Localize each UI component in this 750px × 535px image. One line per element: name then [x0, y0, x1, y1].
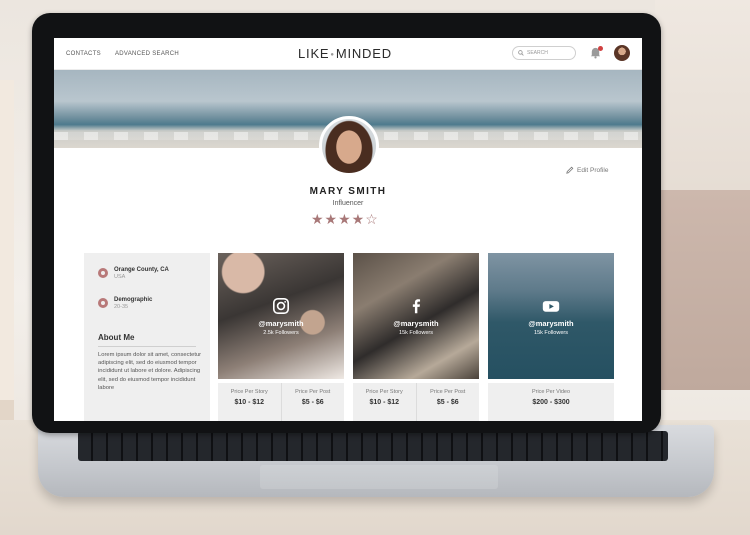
- about-title: About Me: [98, 333, 135, 342]
- price-value: $10 - $12: [234, 399, 265, 406]
- price-label: Price Per Story: [230, 389, 268, 395]
- profile-name: MARY SMITH: [309, 186, 387, 197]
- price-value: $200 - $300: [532, 399, 570, 406]
- star-empty-icon: ☆: [365, 211, 379, 227]
- facebook-prices: Price Per Story $10 - $12 Price Per Post…: [353, 383, 479, 421]
- profile-sidebar: Orange County, CA USA Demographic 20-35 …: [84, 253, 210, 421]
- about-text: Lorem ipsum dolor sit amet, consectetur …: [98, 352, 202, 391]
- price-per-post: Price Per Post $5 - $6: [415, 383, 480, 421]
- price-per-video: Price Per Video $200 - $300: [488, 383, 614, 421]
- facebook-handle: @marysmith: [393, 318, 439, 328]
- profile-role: Influencer: [332, 200, 364, 207]
- laptop-touchpad: [260, 465, 498, 489]
- youtube-card-image: @marysmith 15k Followers: [488, 253, 614, 379]
- country-text: USA: [114, 274, 126, 280]
- background-cushion: [655, 190, 750, 390]
- nav-link-advanced-search[interactable]: ADVANCED SEARCH: [115, 51, 179, 57]
- star-filled-icons: ★★★★: [311, 211, 366, 227]
- instagram-icon: [272, 297, 290, 314]
- edit-profile-button[interactable]: Edit Profile: [566, 166, 608, 174]
- instagram-prices: Price Per Story $10 - $12 Price Per Post…: [218, 383, 344, 421]
- laptop-keyboard: [78, 431, 668, 461]
- facebook-card[interactable]: @marysmith 15k Followers Price Per Story…: [353, 253, 479, 421]
- laptop-lid: CONTACTS ADVANCED SEARCH LIKE●MINDED SEA…: [32, 13, 661, 433]
- instagram-card[interactable]: @marysmith 2.5k Followers Price Per Stor…: [218, 253, 344, 421]
- laptop-base: [38, 425, 714, 497]
- facebook-icon: [412, 298, 421, 313]
- about-divider: [98, 346, 196, 347]
- price-per-post: Price Per Post $5 - $6: [280, 383, 345, 421]
- price-value: $10 - $12: [369, 399, 400, 406]
- search-placeholder: SEARCH: [527, 50, 548, 56]
- pencil-icon: [566, 166, 574, 174]
- logo-dot-icon: ●: [330, 51, 335, 58]
- instagram-card-image: @marysmith 2.5k Followers: [218, 253, 344, 379]
- youtube-card[interactable]: @marysmith 15k Followers Price Per Video…: [488, 253, 614, 421]
- profile-photo: [319, 116, 379, 176]
- nav-link-contacts[interactable]: CONTACTS: [66, 51, 101, 57]
- price-value: $5 - $6: [301, 399, 324, 406]
- youtube-prices: Price Per Video $200 - $300: [488, 383, 614, 421]
- background-shelf: [0, 80, 14, 460]
- search-icon: [518, 50, 524, 56]
- user-avatar[interactable]: [614, 45, 630, 61]
- notification-badge: [598, 46, 603, 51]
- youtube-followers: 15k Followers: [534, 329, 568, 336]
- instagram-handle: @marysmith: [258, 318, 304, 328]
- demographic-row: Demographic 20-35: [98, 297, 152, 310]
- background-wall: [655, 0, 750, 190]
- price-per-story: Price Per Story $10 - $12: [353, 383, 416, 421]
- facebook-card-image: @marysmith 15k Followers: [353, 253, 479, 379]
- logo-text-right: MINDED: [335, 46, 392, 61]
- price-label: Price Per Post: [430, 389, 466, 395]
- notifications-button[interactable]: [589, 46, 603, 60]
- instagram-followers: 2.5k Followers: [263, 329, 299, 336]
- location-pin-icon: [98, 268, 108, 278]
- demographic-value: 20-35: [114, 304, 129, 310]
- facebook-followers: 15k Followers: [399, 329, 433, 336]
- price-label: Price Per Post: [295, 389, 331, 395]
- location-row: Orange County, CA USA: [98, 267, 169, 280]
- logo[interactable]: LIKE●MINDED: [298, 46, 392, 61]
- search-input[interactable]: SEARCH: [512, 46, 576, 60]
- price-per-story: Price Per Story $10 - $12: [218, 383, 281, 421]
- person-icon: [98, 298, 108, 308]
- price-label: Price Per Video: [531, 389, 571, 395]
- location-text: Orange County, CA: [114, 267, 169, 273]
- price-label: Price Per Story: [365, 389, 403, 395]
- demographic-label: Demographic: [114, 297, 153, 303]
- youtube-icon: [542, 300, 560, 312]
- youtube-handle: @marysmith: [528, 318, 574, 328]
- laptop-screen: CONTACTS ADVANCED SEARCH LIKE●MINDED SEA…: [54, 38, 642, 421]
- price-value: $5 - $6: [436, 399, 459, 406]
- edit-profile-label: Edit Profile: [577, 166, 609, 174]
- logo-text-left: LIKE: [298, 46, 330, 61]
- star-rating: ★★★★☆: [311, 211, 379, 228]
